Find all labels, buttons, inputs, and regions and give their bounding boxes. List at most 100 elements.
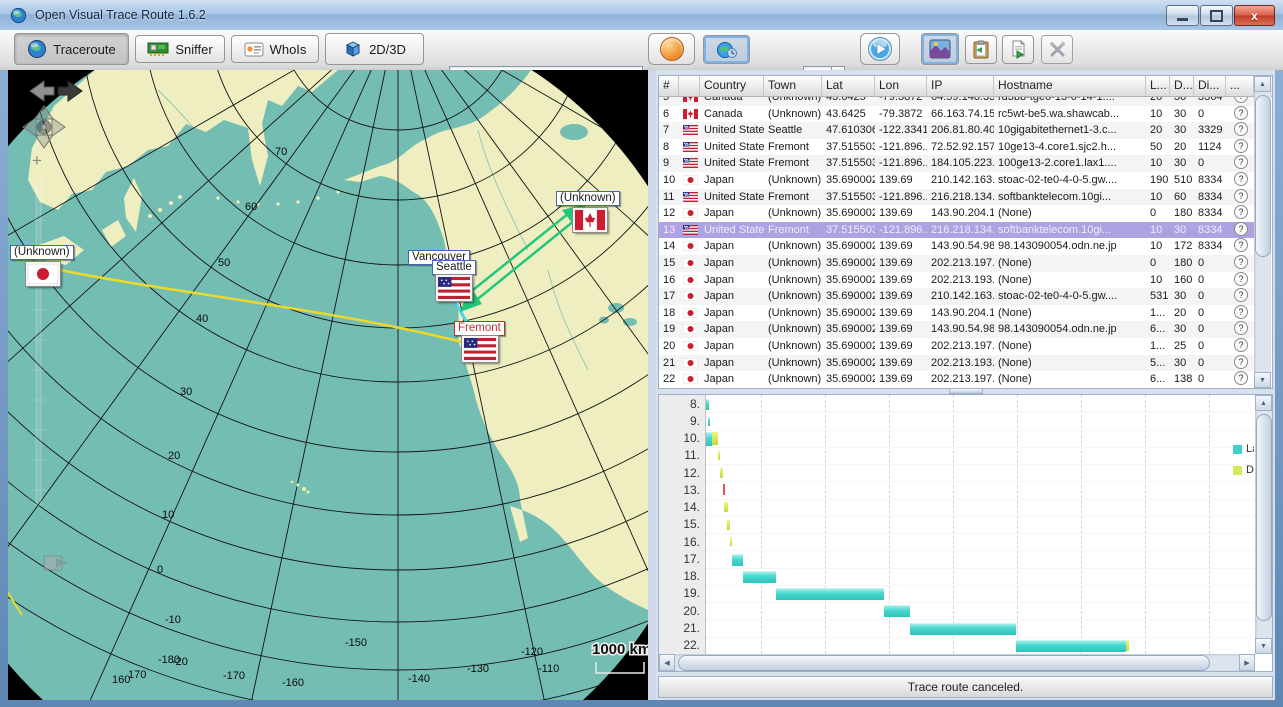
table-row-hop-18[interactable]: 18Japan(Unknown)35.690002139.69143.90.20… [659,305,1254,322]
copy-to-clipboard-button[interactable] [965,35,997,64]
whois-tab-button[interactable]: WhoIs [231,35,319,63]
table-row-hop-15[interactable]: 15Japan(Unknown)35.690002139.69202.213.1… [659,255,1254,272]
column-header-#[interactable]: # [659,76,679,96]
help-icon[interactable]: ? [1234,305,1248,319]
table-row-hop-5[interactable]: 5Canada(Unknown)43.6425-79.387264.59.148… [659,97,1254,106]
help-icon[interactable]: ? [1234,371,1248,385]
chart-horizontal-scrollbar[interactable]: ◀ ▶ [659,654,1255,671]
table-row-hop-20[interactable]: 20Japan(Unknown)35.690002139.69202.213.1… [659,338,1254,355]
export-button[interactable] [1002,35,1034,64]
table-row-hop-16[interactable]: 16Japan(Unknown)35.690002139.69202.213.1… [659,272,1254,289]
column-header-D...[interactable]: D... [1170,76,1194,96]
chart-hscrollbar-thumb[interactable] [678,655,1210,671]
table-row-hop-14[interactable]: 14Japan(Unknown)35.690002139.69143.90.54… [659,238,1254,255]
stop-button[interactable] [648,33,695,65]
column-header-Hostname[interactable]: Hostname [994,76,1146,96]
cell-num: 8 [659,139,679,156]
map-view-button[interactable] [921,33,959,65]
help-icon[interactable]: ? [1234,205,1248,219]
maximize-button[interactable] [1200,5,1233,26]
column-header-L...[interactable]: L... [1146,76,1170,96]
help-icon[interactable]: ? [1234,321,1248,335]
sniffer-tab-button[interactable]: Sniffer [135,35,225,63]
column-header-Lat[interactable]: Lat [822,76,875,96]
table-row-hop-19[interactable]: 19Japan(Unknown)35.690002139.69143.90.54… [659,321,1254,338]
chart-scroll-left-button[interactable]: ◀ [659,654,675,671]
cell-help: ? [1226,338,1254,355]
table-row-hop-21[interactable]: 21Japan(Unknown)35.690002139.69202.213.1… [659,355,1254,372]
help-icon[interactable]: ? [1234,222,1248,236]
map-zoom-in-icon[interactable]: + [32,151,42,170]
help-icon[interactable]: ? [1234,172,1248,186]
traceroute-tab-label: Traceroute [53,42,115,57]
traceroute-tab-button[interactable]: Traceroute [14,33,129,65]
table-row-hop-7[interactable]: 7United StatesSeattle47.610306-122.33412… [659,122,1254,139]
chart-vscrollbar-thumb[interactable] [1256,414,1272,621]
help-icon[interactable]: ? [1234,272,1248,286]
help-icon[interactable]: ? [1234,97,1248,103]
help-icon[interactable]: ? [1234,338,1248,352]
minimize-button[interactable] [1166,5,1199,26]
help-icon[interactable]: ? [1234,122,1248,136]
help-icon[interactable]: ? [1234,355,1248,369]
table-row-hop-17[interactable]: 17Japan(Unknown)35.690002139.69210.142.1… [659,288,1254,305]
traceroute-globe-icon [27,39,47,59]
ca-flag-icon [683,97,698,102]
chart-scroll-right-button[interactable]: ▶ [1239,654,1255,671]
globe-map-panel[interactable]: 706050403020100-10-20160170-180-170-160-… [8,70,648,700]
settings-button[interactable] [1041,35,1073,64]
globe-view-toggle-button[interactable] [703,35,750,64]
table-row-hop-8[interactable]: 8United StatesFremont37.515503-121.896..… [659,139,1254,156]
chart-row-label: 20. [683,604,700,618]
table-row-hop-9[interactable]: 9United StatesFremont37.515503-121.896..… [659,155,1254,172]
table-scroll-up-button[interactable]: ▲ [1254,76,1271,92]
help-icon[interactable]: ? [1234,155,1248,169]
cell-hostname: 98.143090054.odn.ne.jp [994,321,1146,338]
column-header-Country[interactable]: Country [700,76,764,96]
column-header-flag[interactable] [679,76,700,96]
lon-grid-label: -130 [467,663,489,675]
japan-flag-marker [26,262,60,286]
2d3d-toggle-button[interactable]: 2D/3D [325,33,424,65]
cell-hostname: (None) [994,355,1146,372]
help-icon[interactable]: ? [1234,238,1248,252]
cell-hostname: stoac-02-te0-4-0-5.gw.... [994,172,1146,189]
cell-lat: 43.6425 [822,106,875,123]
cell-town: (Unknown) [764,238,822,255]
chart-scroll-down-button[interactable]: ▼ [1255,638,1272,654]
cell-latency: 10 [1146,272,1170,289]
chart-bar-hop-17-lat [732,554,743,566]
help-icon[interactable]: ? [1234,106,1248,120]
table-row-hop-10[interactable]: 10Japan(Unknown)35.690002139.69210.142.1… [659,172,1254,189]
column-header-IP[interactable]: IP [927,76,994,96]
column-header-Lon[interactable]: Lon [875,76,927,96]
help-icon[interactable]: ? [1234,139,1248,153]
chart-row-label: 17. [683,552,700,566]
chart-row-label: 14. [683,500,700,514]
table-scroll-down-button[interactable]: ▼ [1254,372,1271,388]
map-table-splitter[interactable] [648,70,656,700]
chart-scroll-up-button[interactable]: ▲ [1255,395,1272,411]
help-icon[interactable]: ? [1234,255,1248,269]
column-header-Town[interactable]: Town [764,76,822,96]
column-header-...[interactable]: ... [1226,76,1254,96]
table-vertical-scrollbar[interactable]: ▲ ▼ [1254,76,1271,388]
help-icon[interactable]: ? [1234,288,1248,302]
close-button[interactable]: x [1234,5,1275,26]
table-row-hop-22[interactable]: 22Japan(Unknown)35.690002139.69202.213.1… [659,371,1254,388]
table-row-hop-11[interactable]: 11United StatesFremont37.515503-121.896.… [659,189,1254,206]
titlebar[interactable]: Open Visual Trace Route 1.6.2 x [0,0,1283,31]
cell-help: ? [1226,139,1254,156]
table-row-hop-6[interactable]: 6Canada(Unknown)43.6425-79.387266.163.74… [659,106,1254,123]
cell-country: Japan [700,288,764,305]
chart-vertical-scrollbar[interactable]: ▲ ▼ [1255,395,1272,654]
table-scrollbar-thumb[interactable] [1255,95,1271,257]
table-row-hop-13[interactable]: 13United StatesFremont37.515503-121.896.… [659,222,1254,239]
column-header-Di...[interactable]: Di... [1194,76,1226,96]
cell-num: 20 [659,338,679,355]
run-trace-button[interactable] [860,33,900,65]
chart-row-label: 19. [683,586,700,600]
cell-town: (Unknown) [764,355,822,372]
help-icon[interactable]: ? [1234,189,1248,203]
table-row-hop-12[interactable]: 12Japan(Unknown)35.690002139.69143.90.20… [659,205,1254,222]
